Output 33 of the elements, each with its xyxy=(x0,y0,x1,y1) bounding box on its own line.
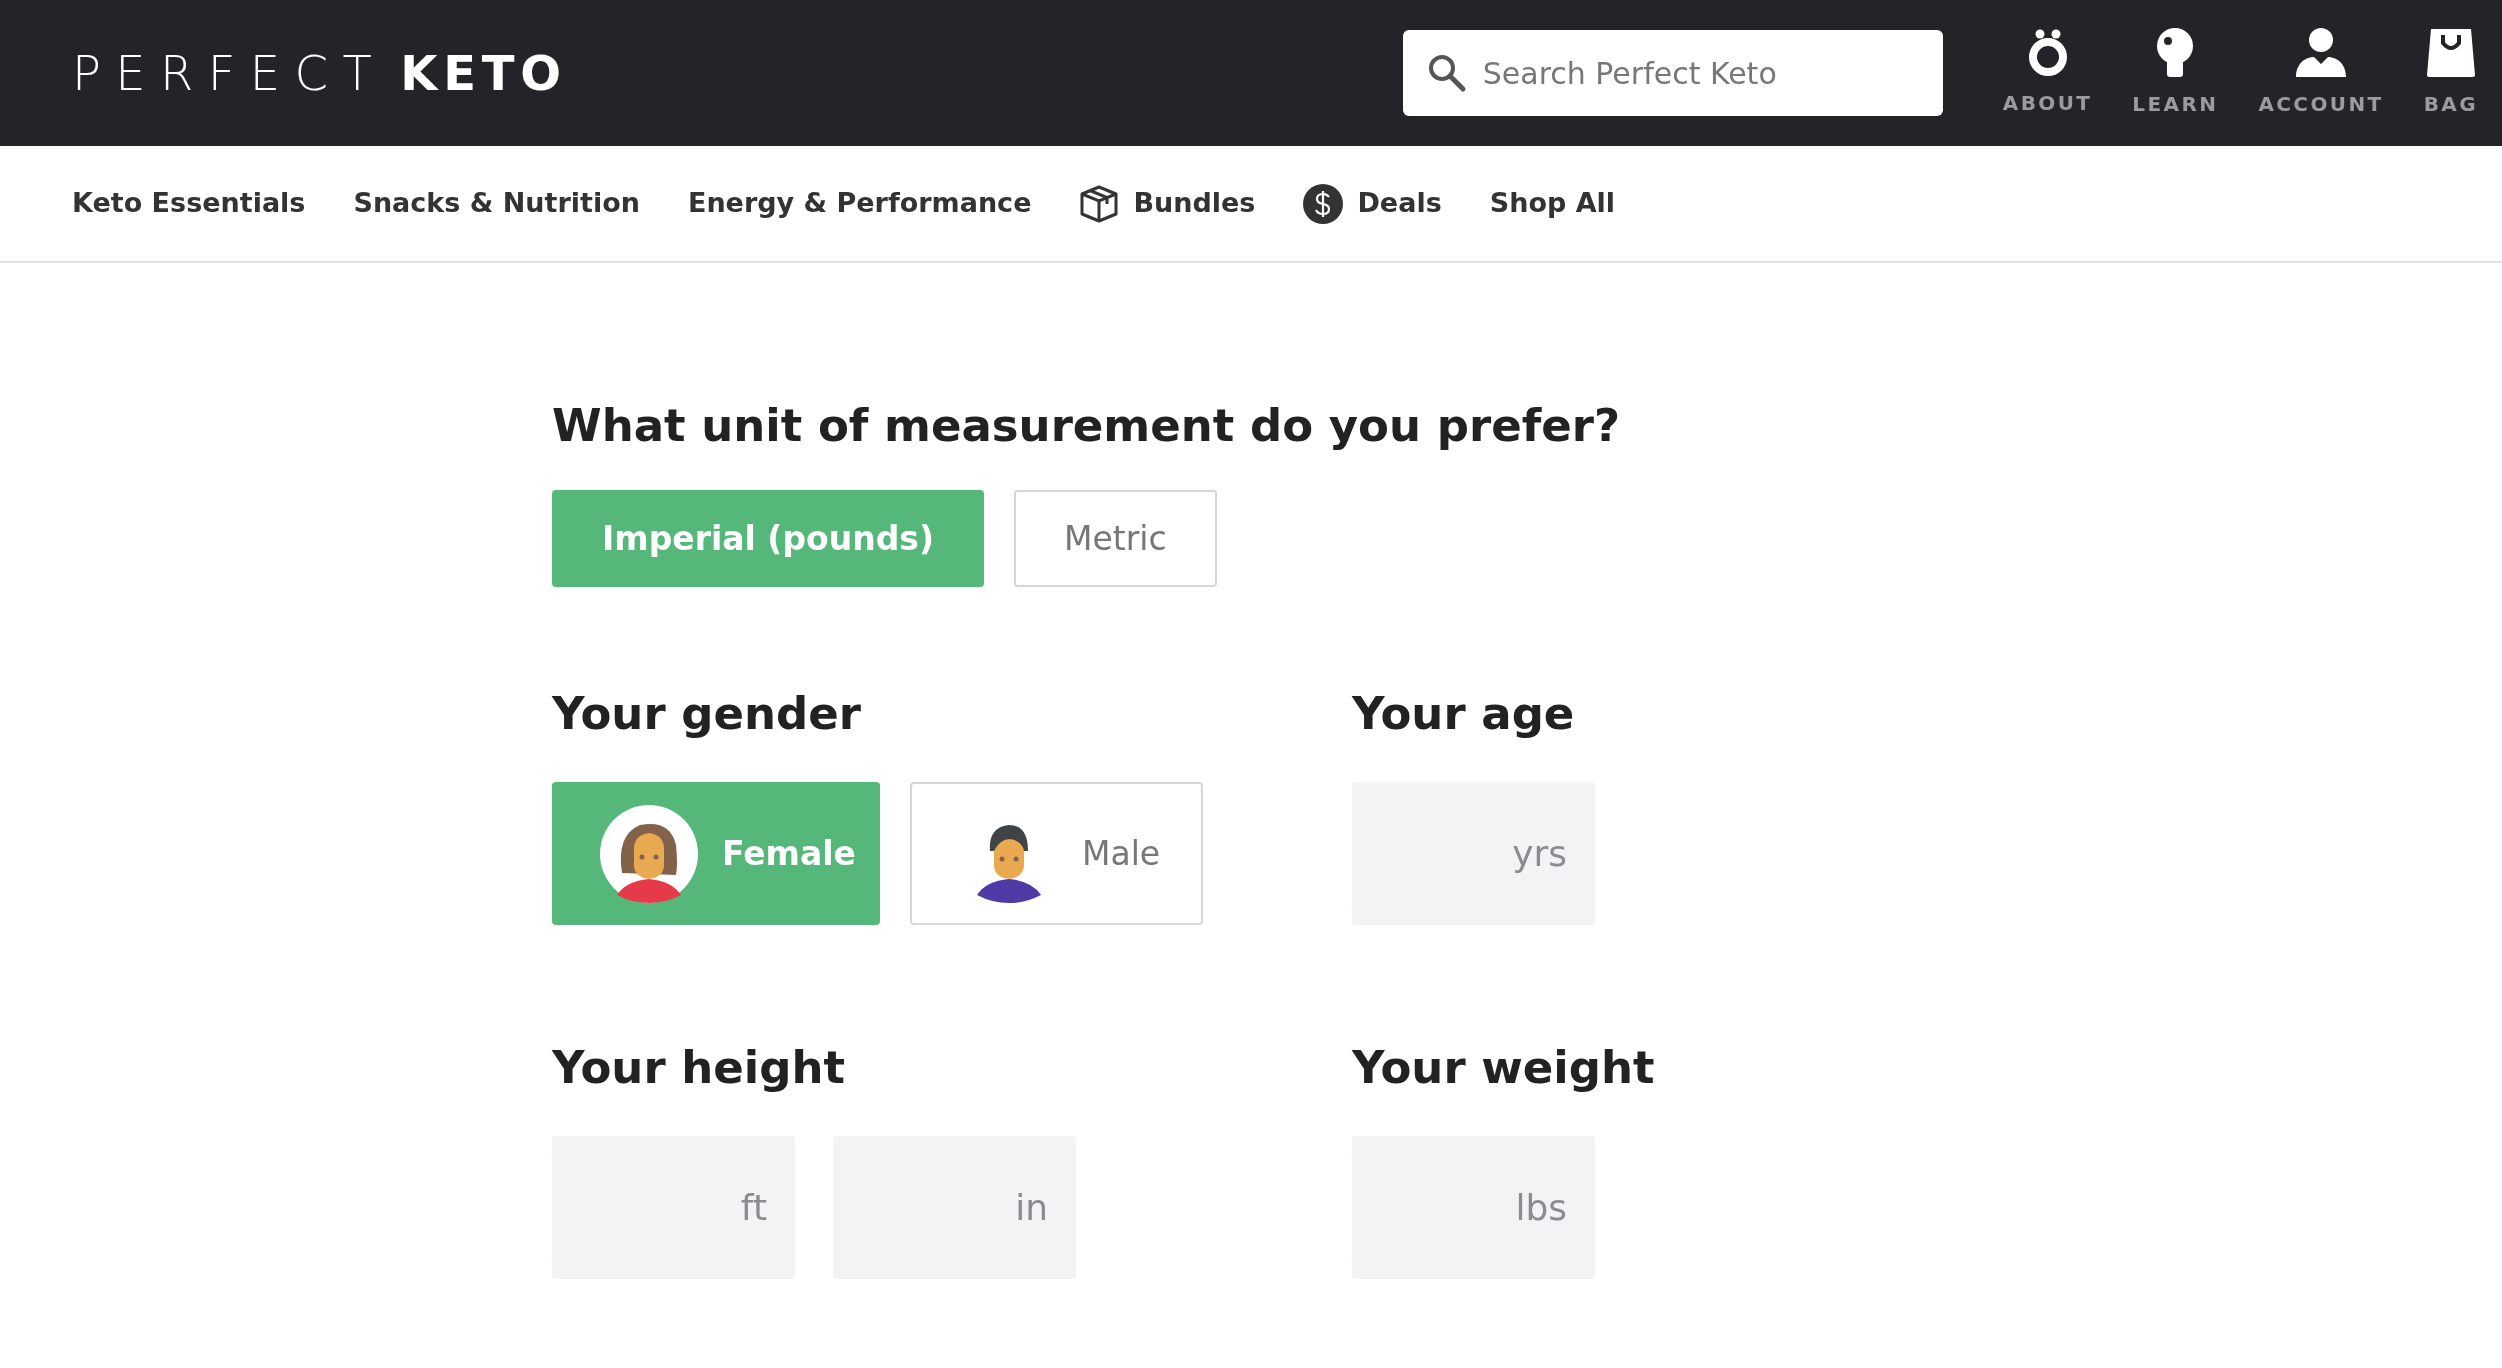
unit-label: in xyxy=(1015,1185,1048,1230)
unit-option[interactable]: Metric xyxy=(1014,490,1217,587)
dollar-icon xyxy=(1303,183,1344,224)
nav-link[interactable]: Energy & Performance xyxy=(687,183,1032,224)
nav-link[interactable]: Bundles xyxy=(1079,183,1256,224)
section-heading: What unit of measurement do you prefer? xyxy=(552,403,1622,448)
nav-link[interactable]: Keto Essentials xyxy=(72,183,306,224)
search-icon xyxy=(1426,53,1467,93)
search-field[interactable]: Search Perfect Keto xyxy=(1402,30,1943,116)
user-icon xyxy=(2294,27,2348,79)
unit-label: ft xyxy=(740,1185,767,1230)
number-field[interactable]: ft xyxy=(552,1136,795,1279)
nav-link[interactable]: Snacks & Nutrition xyxy=(353,183,640,224)
gender-option[interactable]: Male xyxy=(910,782,1203,925)
shopping-bag-icon xyxy=(2424,27,2477,79)
header-link[interactable]: BAG xyxy=(2423,27,2478,119)
logo[interactable]: PERFECT KETO xyxy=(72,49,567,97)
header-link[interactable]: LEARN xyxy=(2132,27,2219,119)
section-heading: Your gender xyxy=(552,691,862,736)
number-field[interactable]: yrs xyxy=(1352,782,1595,925)
female-avatar-icon xyxy=(600,804,698,903)
section-heading: Your age xyxy=(1352,691,1576,736)
nav-link[interactable]: Deals xyxy=(1303,183,1442,224)
header-link[interactable]: ACCOUNT xyxy=(2258,27,2384,119)
box-icon xyxy=(1079,183,1120,224)
number-field[interactable]: lbs xyxy=(1352,1136,1595,1279)
number-field[interactable]: in xyxy=(833,1136,1076,1279)
unit-label: lbs xyxy=(1515,1185,1567,1230)
header-link[interactable]: ABOUT xyxy=(2002,28,2093,118)
section-heading: Your weight xyxy=(1352,1045,1655,1090)
nav-link[interactable]: Shop All xyxy=(1489,183,1616,224)
section-heading: Your height xyxy=(552,1045,846,1090)
unit-label: yrs xyxy=(1512,831,1567,876)
